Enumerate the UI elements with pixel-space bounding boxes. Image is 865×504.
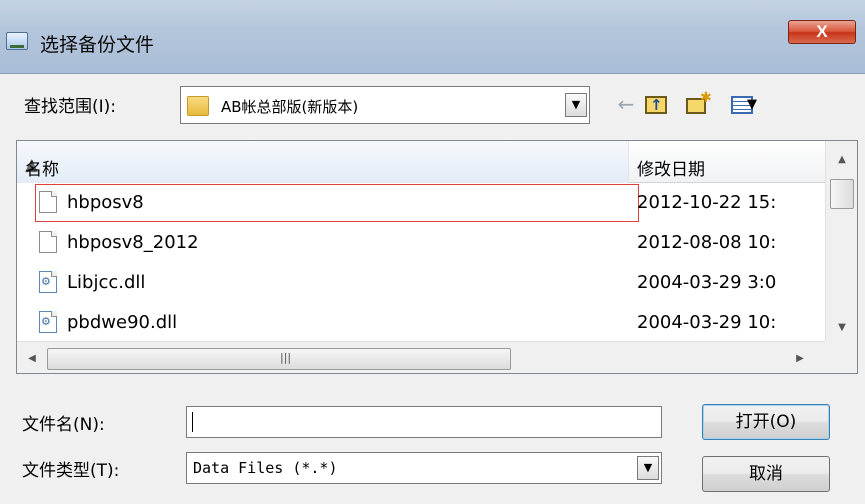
filetype-value: Data Files (*.*)	[193, 459, 338, 477]
file-name: pbdwe90.dll	[67, 312, 178, 333]
scroll-up-icon[interactable]: ▲	[828, 149, 856, 171]
column-name-label: 名称	[25, 160, 59, 180]
horizontal-scroll-thumb[interactable]: |||	[47, 348, 511, 370]
filetype-label: 文件类型(T):	[22, 461, 120, 481]
filetype-dropdown[interactable]: Data Files (*.*) ▼	[186, 452, 662, 484]
file-name: hbposv8_2012	[67, 232, 199, 253]
file-date: 2012-10-22 15:	[637, 192, 777, 213]
window-title: 选择备份文件	[40, 34, 155, 56]
scrollbar-corner	[825, 341, 857, 373]
window-icon	[6, 32, 28, 50]
filename-input[interactable]	[186, 406, 662, 438]
file-name: Libjcc.dll	[67, 272, 146, 293]
cancel-button[interactable]: 取消	[702, 456, 830, 492]
list-item[interactable]: hbposv8 2012-10-22 15:	[17, 183, 825, 223]
file-date: 2004-03-29 10:	[637, 312, 777, 333]
chevron-down-icon[interactable]: ▼	[565, 93, 587, 117]
back-icon[interactable]: ←	[614, 90, 638, 118]
file-list[interactable]: ▲ 名称 修改日期 hbposv8 2012-10-22 15: hbposv8…	[16, 140, 858, 374]
column-header-name[interactable]: ▲ 名称	[17, 141, 629, 183]
dll-icon	[39, 311, 57, 333]
file-date: 2012-08-08 10:	[637, 232, 777, 253]
new-folder-icon[interactable]: ✱	[680, 90, 712, 118]
file-icon	[39, 231, 57, 253]
file-date: 2004-03-29 3:0	[637, 272, 777, 293]
dll-icon	[39, 271, 57, 293]
filename-label: 文件名(N):	[22, 415, 105, 435]
scroll-left-icon[interactable]: ◀	[21, 348, 43, 370]
text-caret	[192, 412, 193, 432]
list-item[interactable]: pbdwe90.dll 2004-03-29 10:	[17, 303, 825, 343]
vertical-scroll-thumb[interactable]	[830, 179, 854, 209]
grip-icon: |||	[280, 351, 292, 364]
lookin-value: AB帐总部版(新版本)	[221, 98, 359, 116]
column-date-label: 修改日期	[637, 160, 705, 180]
vertical-scrollbar[interactable]: ▲ ▼	[825, 141, 857, 341]
list-item[interactable]: Libjcc.dll 2004-03-29 3:0	[17, 263, 825, 303]
scroll-down-icon[interactable]: ▼	[828, 317, 856, 339]
title-bar: 选择备份文件 X	[0, 0, 865, 74]
open-button[interactable]: 打开(O)	[702, 404, 830, 440]
file-name: hbposv8	[67, 192, 144, 213]
scroll-right-icon[interactable]: ▶	[789, 348, 811, 370]
file-icon	[39, 191, 57, 213]
folder-icon	[187, 96, 209, 116]
list-item[interactable]: hbposv8_2012 2012-08-08 10:	[17, 223, 825, 263]
lookin-label: 查找范围(I):	[24, 97, 117, 117]
chevron-down-icon[interactable]: ▼	[637, 456, 659, 480]
close-button[interactable]: X	[788, 20, 856, 44]
list-header: ▲ 名称 修改日期	[17, 141, 825, 183]
column-header-date[interactable]: 修改日期	[629, 141, 825, 183]
horizontal-scrollbar[interactable]: ◀ ||| ▶	[17, 341, 825, 373]
lookin-dropdown[interactable]: AB帐总部版(新版本) ▼	[180, 86, 590, 124]
up-folder-icon[interactable]	[642, 90, 670, 119]
view-menu-icon[interactable]: ▼	[722, 90, 762, 118]
